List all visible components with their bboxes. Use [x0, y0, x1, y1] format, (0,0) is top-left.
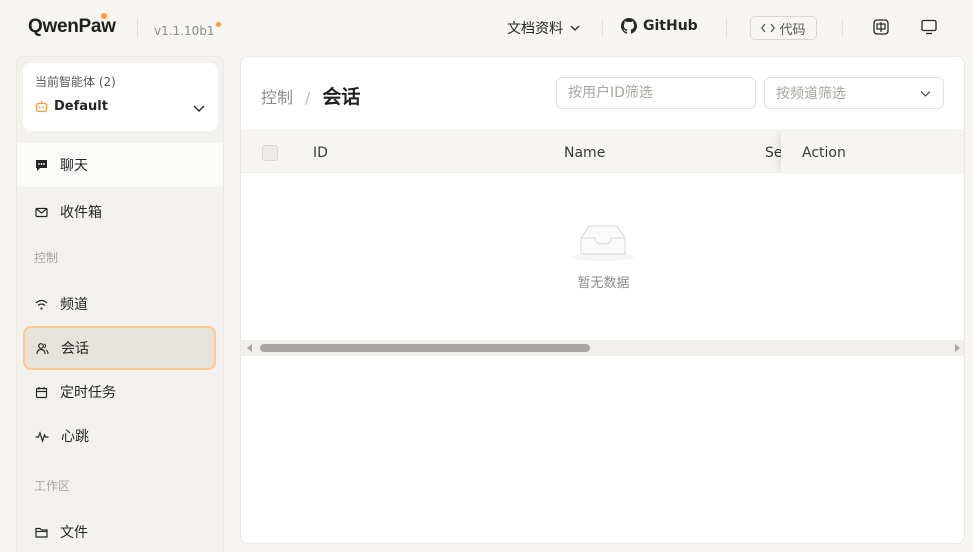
- main-panel: 控制 / 会话 按频道筛选 ID Name Se: Action 暂无数据: [240, 56, 965, 544]
- version-text: v1.1.10b1: [154, 24, 215, 38]
- table-header: ID Name Se: Action: [241, 130, 964, 174]
- action-column-fixed: Action: [781, 131, 964, 174]
- page-title: 会话: [322, 86, 361, 108]
- section-label-control: 控制: [34, 251, 59, 265]
- scroll-right-arrow-icon[interactable]: [954, 344, 960, 352]
- sidebar-item-heartbeat[interactable]: 心跳: [17, 414, 223, 458]
- docs-label: 文档资料: [507, 21, 563, 37]
- brand-logo[interactable]: QwenPaw: [28, 13, 116, 38]
- divider: [842, 19, 843, 37]
- sidebar-item-label: 会话: [61, 341, 89, 357]
- empty-inbox-icon: [572, 225, 634, 261]
- section-label-workspace: 工作区: [34, 479, 71, 493]
- sidebar-item-inbox[interactable]: 收件箱: [17, 190, 223, 234]
- divider: [726, 19, 727, 37]
- agent-name: Default: [35, 99, 108, 114]
- github-link[interactable]: GitHub: [621, 18, 698, 34]
- sidebar-item-files[interactable]: 文件: [17, 510, 223, 552]
- github-icon: [621, 18, 637, 34]
- sidebar-item-label: 文件: [60, 525, 88, 541]
- empty-state: 暂无数据: [241, 174, 964, 341]
- empty-text: 暂无数据: [577, 276, 630, 291]
- top-header: QwenPaw v1.1.10b1 文档资料 GitHub 代码: [0, 0, 973, 56]
- brand-dot: [101, 13, 107, 19]
- sidebar-item-chat[interactable]: 聊天: [17, 143, 223, 187]
- column-header-id[interactable]: ID: [313, 145, 328, 161]
- sidebar-item-label: 聊天: [60, 158, 88, 174]
- user-id-filter-input[interactable]: [556, 77, 756, 109]
- divider: [602, 19, 603, 37]
- scrollbar-thumb[interactable]: [260, 344, 590, 352]
- monitor-icon[interactable]: [921, 19, 937, 35]
- pulse-icon: [35, 430, 49, 443]
- agent-name-text: Default: [54, 99, 108, 114]
- sidebar-item-label: 定时任务: [60, 385, 116, 401]
- robot-icon: [35, 101, 48, 113]
- github-label: GitHub: [643, 18, 698, 34]
- brand-name: QwenPaw: [28, 16, 116, 37]
- select-all-checkbox[interactable]: [262, 145, 278, 161]
- calendar-icon: [35, 386, 48, 398]
- sidebar: 当前智能体 (2) Default 聊天 收件箱 控制 频道 会话 定时任务 心…: [16, 56, 224, 552]
- version-badge: v1.1.10b1: [154, 22, 221, 38]
- code-icon: [761, 23, 776, 33]
- channel-filter-select[interactable]: 按频道筛选: [764, 77, 944, 109]
- breadcrumb-separator: /: [305, 88, 311, 107]
- sidebar-item-scheduled-tasks[interactable]: 定时任务: [17, 370, 223, 414]
- docs-menu[interactable]: 文档资料: [507, 18, 581, 38]
- column-header-name[interactable]: Name: [564, 145, 605, 161]
- column-header-session[interactable]: Se:: [765, 145, 781, 161]
- agent-count-label: 当前智能体 (2): [35, 75, 116, 89]
- folder-icon: [35, 527, 48, 538]
- language-icon[interactable]: [873, 19, 889, 35]
- chevron-down-icon: [920, 90, 931, 97]
- code-button[interactable]: 代码: [750, 16, 817, 40]
- chat-icon: [36, 159, 47, 171]
- sidebar-item-sessions[interactable]: 会话: [23, 326, 216, 370]
- sidebar-item-label: 频道: [60, 297, 88, 313]
- chevron-down-icon: [570, 25, 580, 31]
- code-label: 代码: [779, 22, 806, 38]
- update-dot: [215, 22, 221, 27]
- channel-filter-placeholder: 按频道筛选: [776, 86, 846, 102]
- scroll-left-arrow-icon[interactable]: [247, 344, 253, 352]
- wifi-icon: [35, 299, 48, 310]
- chevron-down-icon[interactable]: [192, 101, 206, 115]
- sidebar-item-label: 心跳: [61, 429, 89, 445]
- divider: [137, 19, 138, 37]
- breadcrumb-parent[interactable]: 控制: [261, 84, 293, 108]
- users-icon: [36, 342, 49, 354]
- breadcrumb: 控制 / 会话: [261, 82, 360, 109]
- mail-icon: [35, 207, 48, 217]
- column-header-action: Action: [802, 145, 846, 161]
- sidebar-item-channels[interactable]: 频道: [17, 282, 223, 326]
- agent-selector[interactable]: 当前智能体 (2) Default: [23, 63, 218, 131]
- horizontal-scrollbar[interactable]: [241, 340, 964, 356]
- sidebar-item-label: 收件箱: [60, 205, 102, 221]
